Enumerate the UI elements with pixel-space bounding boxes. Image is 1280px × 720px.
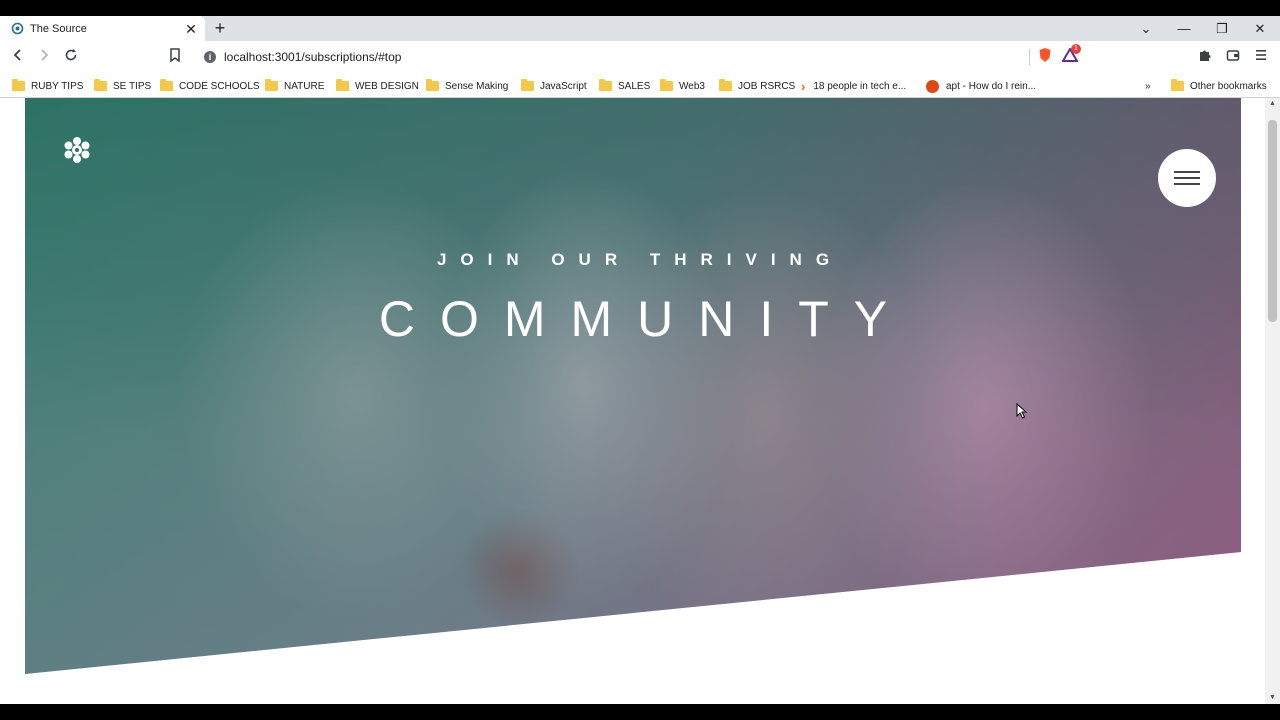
bookmark-javascript[interactable]: JavaScript: [521, 78, 587, 94]
new-tab-button[interactable]: +: [211, 19, 229, 37]
bookmark-label: NATURE: [284, 80, 325, 92]
bookmark-sense-making[interactable]: Sense Making: [426, 78, 508, 94]
scroll-up-icon[interactable]: ▲: [1265, 98, 1280, 110]
bookmark-label: SE TIPS: [113, 80, 152, 92]
brave-rewards-icon[interactable]: 1: [1061, 43, 1081, 67]
bookmark-label: Other bookmarks: [1190, 80, 1267, 92]
web-page: JOIN OUR THRIVING COMMUNITY ▲ ▼: [0, 98, 1280, 704]
tab-close-icon[interactable]: ✕: [183, 21, 199, 37]
folder-icon: [12, 79, 25, 91]
folder-icon: [160, 79, 173, 91]
bookmark-job-rsrcs[interactable]: JOB RSRCS: [719, 78, 795, 94]
wallet-button[interactable]: [1224, 48, 1242, 66]
site-info-icon[interactable]: i: [204, 51, 216, 63]
folder-icon: [719, 79, 732, 91]
back-icon: [13, 49, 21, 61]
screen: The Source ✕ + ⌄ — ❐ ✕ i localhost:3001/…: [0, 0, 1280, 720]
reload-icon: [65, 49, 77, 61]
folder-icon: [521, 79, 534, 91]
address-bar[interactable]: i localhost:3001/subscriptions/#top 1: [196, 43, 1086, 70]
hero-banner: JOIN OUR THRIVING COMMUNITY: [25, 98, 1241, 674]
bookmark-label: WEB DESIGN: [355, 80, 419, 92]
menu-bar: [1174, 177, 1200, 179]
extensions-button[interactable]: [1196, 48, 1214, 66]
bookmark-label: JOB RSRCS: [738, 80, 796, 92]
folder-icon: [426, 79, 439, 91]
menu-bar: [1174, 183, 1200, 185]
url-text: localhost:3001/subscriptions/#top: [224, 50, 402, 64]
bookmark-label: 18 people in tech e...: [813, 80, 907, 92]
mouse-cursor-icon: [1016, 403, 1028, 419]
bookmark-nature[interactable]: NATURE: [265, 78, 324, 94]
bookmarks-bar: RUBY TIPS SE TIPS CODE SCHOOLS NATURE WE…: [0, 73, 1280, 98]
minimize-button[interactable]: —: [1165, 16, 1203, 41]
bookmark-code-schools[interactable]: CODE SCHOOLS: [160, 78, 260, 94]
page-scrollbar[interactable]: ▲ ▼: [1265, 98, 1280, 704]
bookmark-label: Sense Making: [445, 80, 509, 92]
forward-icon: [41, 49, 49, 61]
folder-icon: [1171, 79, 1184, 91]
close-window-button[interactable]: ✕: [1241, 16, 1279, 41]
bookmark-label: apt - How do I rein...: [946, 80, 1037, 92]
scroll-down-icon[interactable]: ▼: [1265, 692, 1280, 704]
bookmark-sales[interactable]: SALES: [599, 78, 650, 94]
divider: [1029, 49, 1030, 65]
browser-chrome: The Source ✕ + ⌄ — ❐ ✕ i localhost:3001/…: [0, 16, 1280, 98]
bookmark-ruby-tips[interactable]: RUBY TIPS: [12, 78, 83, 94]
bookmark-label: CODE SCHOOLS: [179, 80, 260, 92]
forward-button[interactable]: [35, 48, 53, 66]
hero-headline: COMMUNITY: [378, 291, 913, 347]
folder-icon: [265, 79, 278, 91]
bookmark-web3[interactable]: Web3: [660, 78, 705, 94]
hamburger-menu-icon: [1256, 50, 1266, 60]
tab-bar: The Source ✕ + ⌄ — ❐ ✕: [0, 16, 1280, 41]
bookmark-label: JavaScript: [540, 80, 587, 92]
rewards-badge: 1: [1071, 43, 1081, 54]
bookmark-18-people[interactable]: › 18 people in tech e...: [801, 78, 906, 94]
tab-title: The Source: [30, 22, 87, 35]
tab-the-source[interactable]: The Source ✕: [0, 16, 205, 41]
bookmark-page-button[interactable]: [166, 48, 184, 66]
site-logo-icon[interactable]: [63, 136, 91, 164]
bookmark-web-design[interactable]: WEB DESIGN: [336, 78, 419, 94]
toolbar: i localhost:3001/subscriptions/#top 1: [0, 41, 1280, 73]
main-menu-button[interactable]: [1252, 48, 1270, 66]
folder-icon: [599, 79, 612, 91]
bookmark-label: SALES: [618, 80, 651, 92]
folder-icon: [94, 79, 107, 91]
tab-search-button[interactable]: ⌄: [1127, 16, 1165, 41]
hero-kicker: JOIN OUR THRIVING: [436, 250, 844, 269]
bookmark-label: Web3: [679, 80, 705, 92]
askubuntu-icon: [926, 79, 939, 93]
bookmark-se-tips[interactable]: SE TIPS: [94, 78, 151, 94]
folder-icon: [660, 79, 673, 91]
site-favicon-icon: [10, 22, 24, 36]
other-bookmarks[interactable]: Other bookmarks: [1171, 78, 1267, 94]
more-bookmarks-button[interactable]: »: [1145, 78, 1151, 94]
bookmark-apt[interactable]: apt - How do I rein...: [926, 78, 1036, 94]
back-button[interactable]: [9, 48, 27, 66]
chevron-icon: ›: [801, 78, 806, 94]
bookmark-label: RUBY TIPS: [31, 80, 84, 92]
menu-bar: [1174, 171, 1200, 173]
puzzle-icon: [1200, 50, 1211, 61]
menu-toggle-button[interactable]: [1158, 149, 1216, 207]
restore-button[interactable]: ❐: [1203, 16, 1241, 41]
brave-shields-icon[interactable]: [1038, 47, 1052, 68]
wallet-icon: [1226, 50, 1240, 61]
folder-icon: [336, 79, 349, 91]
reload-button[interactable]: [62, 48, 80, 66]
scrollbar-thumb[interactable]: [1268, 120, 1277, 322]
bookmark-icon: [170, 48, 180, 63]
